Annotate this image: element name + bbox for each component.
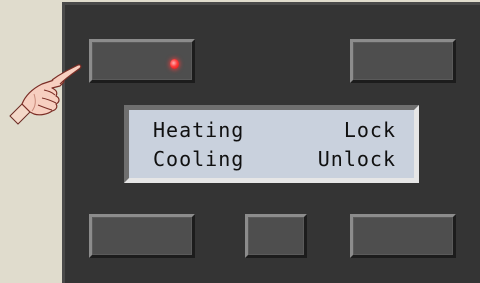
bottom-center-button[interactable]: [245, 214, 307, 258]
led-indicator-icon: [170, 59, 179, 69]
heating-label: Heating: [153, 118, 245, 142]
lock-label: Lock: [343, 118, 396, 142]
lcd-screen: Heating Lock Cooling Unlock: [129, 110, 414, 178]
pointing-hand-icon: [9, 64, 82, 125]
bottom-left-button[interactable]: [89, 214, 195, 258]
top-right-button[interactable]: [350, 39, 456, 83]
cooling-label: Cooling: [153, 147, 245, 171]
top-left-button[interactable]: [89, 39, 195, 83]
unlock-label: Unlock: [317, 147, 396, 171]
bottom-right-button[interactable]: [350, 214, 456, 258]
lcd-row-2: Cooling Unlock: [129, 147, 414, 173]
lcd-row-1: Heating Lock: [129, 118, 414, 144]
control-panel: Heating Lock Cooling Unlock: [62, 2, 480, 283]
lcd-display: Heating Lock Cooling Unlock: [124, 105, 419, 183]
